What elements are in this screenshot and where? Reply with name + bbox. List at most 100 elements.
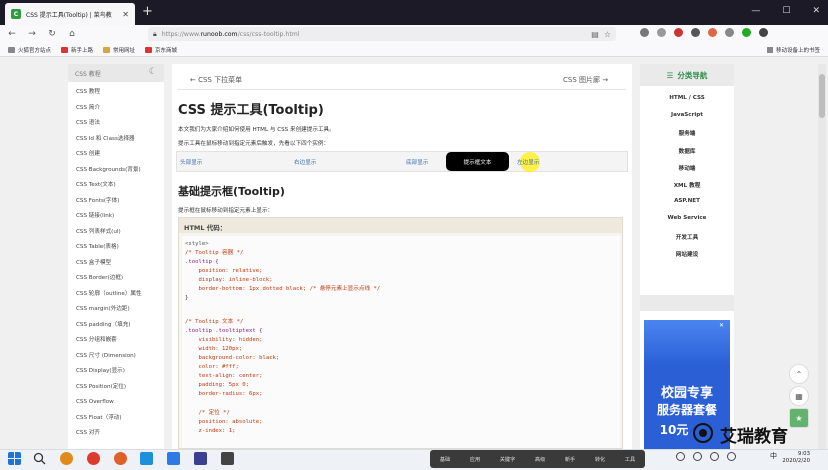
sidebar-item[interactable]: CSS Display(显示) — [68, 367, 164, 376]
chat-icon[interactable] — [727, 452, 736, 461]
sidebar-item[interactable]: CSS 尺寸 (Dimension) — [68, 352, 164, 361]
minimize-icon[interactable]: — — [751, 6, 760, 16]
sidebar-item[interactable]: CSS Text(文本) — [68, 181, 164, 190]
toolbar-item[interactable]: 关键字 — [500, 456, 516, 463]
menu-icon[interactable] — [759, 28, 768, 37]
scrollbar-thumb[interactable] — [819, 74, 825, 118]
extension-icons — [640, 28, 768, 37]
sidebar-icon[interactable] — [657, 28, 666, 37]
system-clock[interactable]: 9:03 2020/2/20 — [782, 451, 810, 465]
category-nav-item[interactable]: 数据库 — [640, 147, 734, 155]
category-nav-item[interactable]: Web Service — [640, 215, 734, 221]
demo-left-tooltip[interactable]: 左边显示 — [517, 158, 539, 166]
system-tray-icons — [676, 452, 736, 461]
advertisement[interactable]: ✕ 校园专享 服务器套餐 10元 — [644, 320, 730, 449]
sidebar-item[interactable]: CSS 语法 — [68, 119, 164, 128]
bookmark-star-icon[interactable]: ☆ — [604, 30, 611, 39]
mobile-bookmarks[interactable]: 移动设备上的书签 — [766, 46, 820, 54]
sidebar-item[interactable]: CSS 盒子模型 — [68, 259, 164, 268]
close-tab-icon[interactable]: ✕ — [122, 10, 129, 19]
volume-icon[interactable] — [710, 452, 719, 461]
app-orange-icon[interactable] — [60, 452, 73, 465]
sidebar-item[interactable]: CSS Fonts(字体) — [68, 197, 164, 206]
toolbar-item[interactable]: 工具 — [625, 456, 635, 463]
sidebar-item[interactable]: CSS 轮廓（outline）属性 — [68, 290, 164, 299]
browser-tab[interactable]: C CSS 提示工具(Tooltip) | 菜鸟教 ✕ — [5, 3, 135, 25]
toolbar-item[interactable]: 应用 — [470, 456, 480, 463]
toolbar-item[interactable]: 新手 — [565, 456, 575, 463]
demo-bottom-tooltip[interactable]: 底部显示 — [406, 158, 428, 166]
sidebar-item[interactable]: CSS 链接(link) — [68, 212, 164, 221]
reload-icon[interactable]: ↻ — [44, 29, 60, 39]
extension-red-icon[interactable] — [674, 28, 683, 37]
sidebar-item[interactable]: CSS Border(边框) — [68, 274, 164, 283]
app-navy-icon[interactable] — [194, 452, 207, 465]
sidebar-item[interactable]: CSS 分组和嵌套 — [68, 336, 164, 345]
edge-icon[interactable] — [140, 452, 153, 465]
library-icon[interactable] — [640, 28, 649, 37]
power-icon[interactable] — [676, 452, 685, 461]
url-text[interactable]: https://www.runoob.com/css/css-tooltip.h… — [162, 31, 587, 38]
reader-view-icon[interactable]: ▤ — [591, 30, 599, 39]
next-page-link[interactable]: CSS 图片廊 → — [563, 75, 608, 85]
input-method-indicator[interactable]: 中 — [770, 451, 777, 461]
extension-orange-icon[interactable] — [708, 28, 717, 37]
bookmark-item[interactable]: 常用网址 — [103, 46, 135, 54]
category-nav-item[interactable]: ASP.NET — [640, 198, 734, 204]
network-icon[interactable] — [693, 452, 702, 461]
extension-green-icon[interactable] — [742, 28, 751, 37]
sidebar-item[interactable]: CSS 对齐 — [68, 429, 164, 438]
sidebar-item[interactable]: CSS Float（浮动) — [68, 414, 164, 423]
qr-code-icon[interactable]: ▦ — [789, 386, 809, 406]
search-icon[interactable] — [33, 452, 46, 465]
forward-arrow-icon[interactable]: → — [24, 29, 40, 39]
category-nav-item[interactable]: JavaScript — [640, 112, 734, 118]
category-nav-item[interactable]: 服务端 — [640, 129, 734, 137]
home-icon[interactable]: ⌂ — [64, 29, 80, 39]
category-nav-item[interactable]: 移动端 — [640, 164, 734, 172]
bookmarks-bar: 火狐官方站点 新手上路 常用网址 京东商城 — [0, 43, 828, 57]
toolbar-item[interactable]: 高级 — [535, 456, 545, 463]
category-nav-item[interactable]: 开发工具 — [640, 233, 734, 241]
sync-icon[interactable] — [725, 28, 734, 37]
sidebar-item[interactable]: CSS Backgrounds(背景) — [68, 166, 164, 175]
sidebar-item[interactable]: CSS margin(外边距) — [68, 305, 164, 314]
demo-right-tooltip[interactable]: 右边显示 — [294, 158, 316, 166]
sidebar-item[interactable]: CSS 教程 — [68, 88, 164, 97]
maximize-icon[interactable]: ☐ — [782, 6, 790, 16]
sidebar-item[interactable]: CSS Position(定位) — [68, 383, 164, 392]
sidebar-item[interactable]: CSS Overflow — [68, 398, 164, 407]
firefox-icon[interactable] — [114, 452, 127, 465]
sidebar-item[interactable]: CSS 列表样式(ul) — [68, 228, 164, 237]
bookmark-item[interactable]: 京东商城 — [145, 46, 177, 54]
category-nav-item[interactable]: 网站建设 — [640, 250, 734, 258]
dark-mode-moon-icon[interactable]: ☾ — [149, 67, 157, 77]
screenshot-icon[interactable] — [691, 28, 700, 37]
toolbar-item[interactable]: 基础 — [440, 456, 450, 463]
close-window-icon[interactable]: ✕ — [812, 6, 820, 16]
windows-start-icon[interactable] — [8, 452, 21, 465]
app-blue-icon[interactable] — [167, 452, 180, 465]
category-nav-item[interactable]: HTML / CSS — [640, 95, 734, 101]
back-to-top-icon[interactable]: ⌃ — [789, 364, 809, 384]
url-bar[interactable]: 🔒︎ https://www.runoob.com/css/css-toolti… — [148, 27, 616, 41]
sidebar-item[interactable]: CSS 创建 — [68, 150, 164, 159]
new-tab-icon[interactable]: + — [142, 5, 153, 18]
page-title: CSS 提示工具(Tooltip) — [178, 103, 324, 118]
sidebar-item[interactable]: CSS Table(表格) — [68, 243, 164, 252]
category-nav-item[interactable]: XML 教程 — [640, 181, 734, 189]
sidebar-item[interactable]: CSS 简介 — [68, 104, 164, 113]
bookmark-item[interactable]: 新手上路 — [61, 46, 93, 54]
page-scrollbar[interactable] — [818, 64, 826, 449]
ad-close-icon[interactable]: ✕ — [719, 322, 727, 330]
chrome-icon[interactable] — [87, 452, 100, 465]
sidebar-item[interactable]: CSS Id 和 Class选择器 — [68, 135, 164, 144]
sidebar-item[interactable]: CSS padding（填充) — [68, 321, 164, 330]
prev-page-link[interactable]: ← CSS 下拉菜单 — [190, 75, 242, 85]
toolbar-item[interactable]: 转化 — [595, 456, 605, 463]
demo-top-tooltip[interactable]: 头部显示 — [180, 158, 202, 166]
favorite-star-icon[interactable]: ★ — [789, 408, 809, 428]
back-arrow-icon[interactable]: ← — [4, 29, 20, 39]
bookmark-item[interactable]: 火狐官方站点 — [8, 46, 51, 54]
app-dark-icon[interactable] — [221, 452, 234, 465]
